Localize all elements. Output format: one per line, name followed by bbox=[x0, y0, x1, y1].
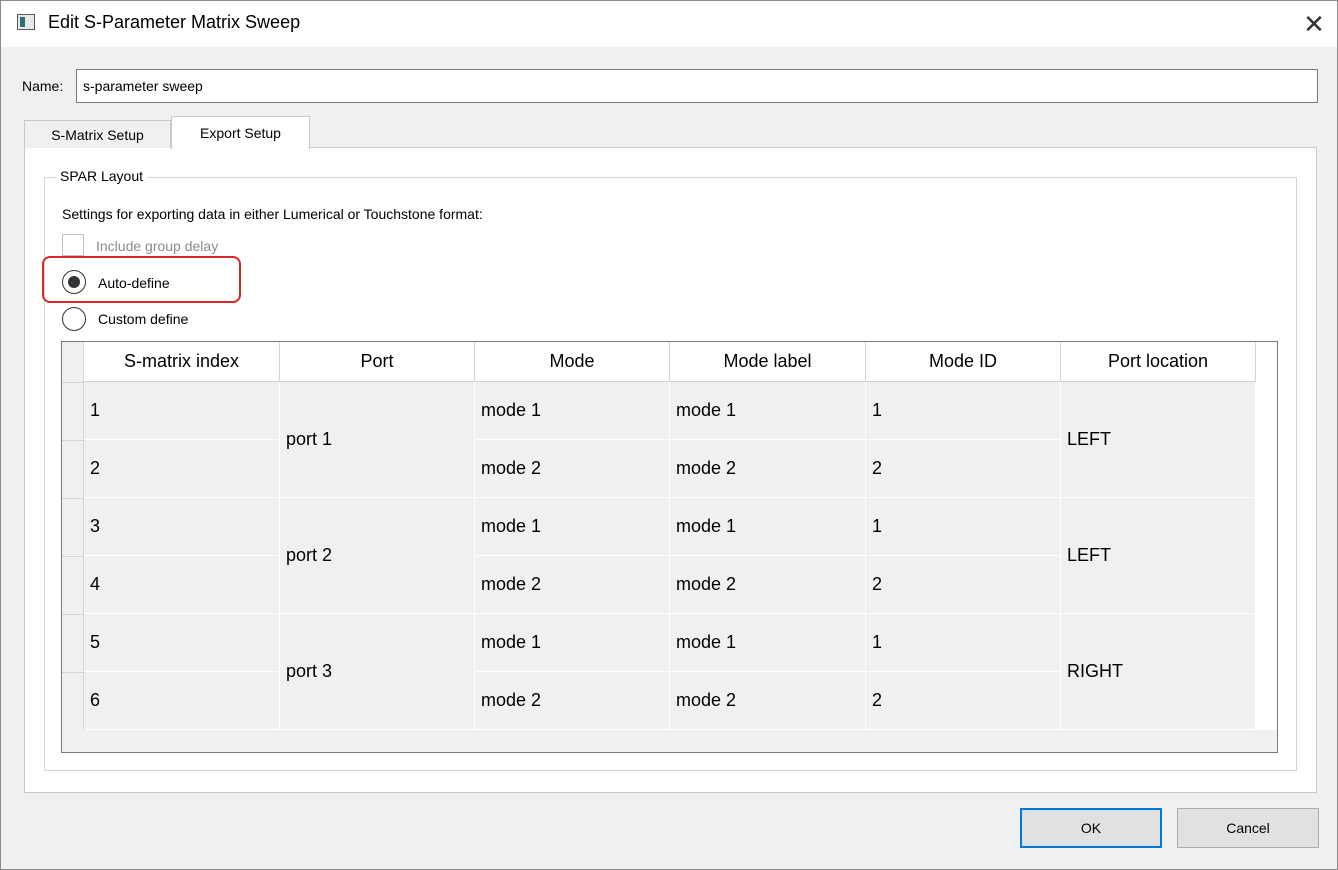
ok-button[interactable]: OK bbox=[1020, 808, 1162, 848]
cell-mode-label[interactable]: mode 1 bbox=[670, 614, 866, 672]
row-header-divider bbox=[62, 382, 84, 383]
cell-mode-id[interactable]: 2 bbox=[866, 672, 1061, 730]
row-header-divider bbox=[62, 672, 84, 673]
column-header-mode[interactable]: Mode bbox=[475, 342, 670, 382]
column-header-mode-label[interactable]: Mode label bbox=[670, 342, 866, 382]
cell-mode[interactable]: mode 1 bbox=[475, 498, 670, 556]
cell-s-matrix-index[interactable]: 2 bbox=[84, 440, 280, 498]
cell-port-location[interactable]: RIGHT bbox=[1061, 614, 1256, 730]
column-header-port[interactable]: Port bbox=[280, 342, 475, 382]
cell-port-location[interactable]: LEFT bbox=[1061, 498, 1256, 614]
cell-mode-id[interactable]: 1 bbox=[866, 382, 1061, 440]
cell-s-matrix-index[interactable]: 3 bbox=[84, 498, 280, 556]
cell-s-matrix-index[interactable]: 6 bbox=[84, 672, 280, 730]
row-header-divider bbox=[62, 556, 84, 557]
column-header-s-matrix-index[interactable]: S-matrix index bbox=[84, 342, 280, 382]
row-header-divider bbox=[62, 440, 84, 441]
cell-port[interactable]: port 2 bbox=[280, 498, 475, 614]
cell-mode-id[interactable]: 1 bbox=[866, 498, 1061, 556]
row-header-strip bbox=[62, 342, 84, 752]
app-icon bbox=[17, 14, 35, 30]
cell-mode[interactable]: mode 2 bbox=[475, 556, 670, 614]
cell-mode-label[interactable]: mode 1 bbox=[670, 382, 866, 440]
cell-port[interactable]: port 3 bbox=[280, 614, 475, 730]
column-header-port-location[interactable]: Port location bbox=[1061, 342, 1256, 382]
cell-mode-label[interactable]: mode 2 bbox=[670, 556, 866, 614]
cell-mode[interactable]: mode 2 bbox=[475, 672, 670, 730]
cell-mode-id[interactable]: 2 bbox=[866, 556, 1061, 614]
cell-mode-label[interactable]: mode 2 bbox=[670, 440, 866, 498]
cancel-button[interactable]: Cancel bbox=[1177, 808, 1319, 848]
tab-s-matrix-setup[interactable]: S-Matrix Setup bbox=[24, 120, 171, 148]
include-group-delay-label: Include group delay bbox=[96, 238, 219, 254]
cell-mode-id[interactable]: 2 bbox=[866, 440, 1061, 498]
highlight-box bbox=[42, 256, 241, 303]
cell-s-matrix-index[interactable]: 4 bbox=[84, 556, 280, 614]
cell-port[interactable]: port 1 bbox=[280, 382, 475, 498]
cell-s-matrix-index[interactable]: 1 bbox=[84, 382, 280, 440]
include-group-delay-checkbox[interactable] bbox=[62, 234, 84, 256]
title-bar: Edit S-Parameter Matrix Sweep ✕ bbox=[1, 1, 1337, 47]
column-header-mode-id[interactable]: Mode ID bbox=[866, 342, 1061, 382]
cell-s-matrix-index[interactable]: 5 bbox=[84, 614, 280, 672]
s-matrix-table: S-matrix index Port Mode Mode label Mode… bbox=[61, 341, 1278, 753]
row-header-divider bbox=[62, 498, 84, 499]
custom-define-radio[interactable] bbox=[62, 307, 86, 331]
custom-define-label[interactable]: Custom define bbox=[98, 311, 188, 327]
tab-export-setup[interactable]: Export Setup bbox=[171, 116, 310, 149]
name-input[interactable] bbox=[76, 69, 1318, 103]
cell-mode-label[interactable]: mode 2 bbox=[670, 672, 866, 730]
cell-port-location[interactable]: LEFT bbox=[1061, 382, 1256, 498]
cell-mode-id[interactable]: 1 bbox=[866, 614, 1061, 672]
cell-mode[interactable]: mode 1 bbox=[475, 614, 670, 672]
settings-description: Settings for exporting data in either Lu… bbox=[62, 206, 483, 222]
group-title: SPAR Layout bbox=[56, 168, 148, 184]
window-title: Edit S-Parameter Matrix Sweep bbox=[48, 12, 301, 32]
table-bottom-strip bbox=[62, 730, 1277, 752]
close-icon[interactable]: ✕ bbox=[1291, 1, 1337, 47]
row-header-divider bbox=[62, 614, 84, 615]
cell-mode-label[interactable]: mode 1 bbox=[670, 498, 866, 556]
name-label: Name: bbox=[22, 78, 64, 94]
cell-mode[interactable]: mode 2 bbox=[475, 440, 670, 498]
cell-mode[interactable]: mode 1 bbox=[475, 382, 670, 440]
